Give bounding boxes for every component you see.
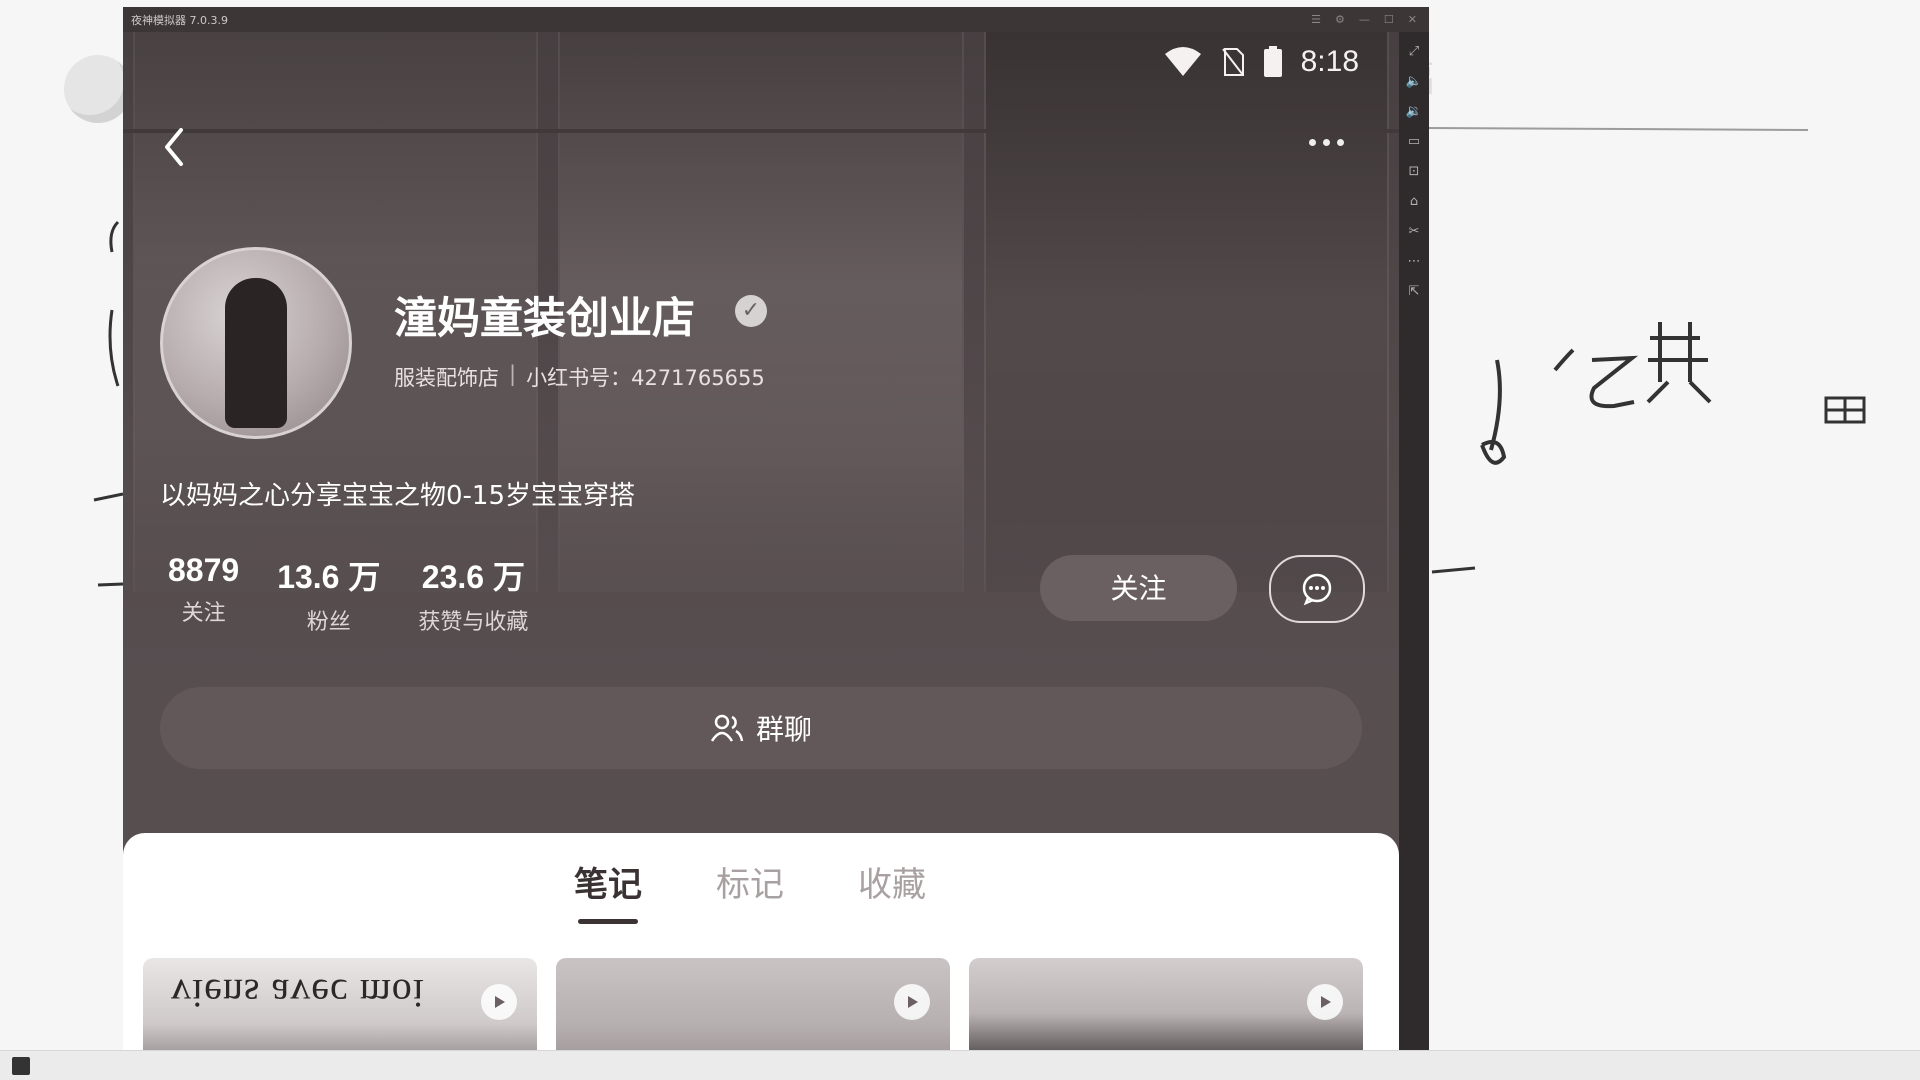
status-time: 8:18	[1300, 45, 1359, 78]
handwriting-stroke	[1480, 440, 1507, 465]
menu-icon[interactable]: ☰	[1311, 13, 1321, 26]
handwriting-stroke	[1646, 322, 1712, 404]
scissors-icon[interactable]: ✂	[1409, 222, 1420, 242]
follow-button[interactable]: 关注	[1040, 555, 1237, 621]
back-icon[interactable]	[155, 122, 195, 172]
volume-up-icon[interactable]: 🔈	[1406, 72, 1422, 92]
handwriting-stroke	[97, 582, 124, 587]
stat-label: 获赞与收藏	[418, 610, 529, 635]
handwriting-stroke	[1489, 359, 1502, 451]
tab-notes[interactable]: 笔记	[574, 857, 642, 924]
profile-tabs: 笔记 标记 收藏	[574, 857, 926, 924]
screenshot-icon[interactable]: ⊡	[1409, 162, 1420, 182]
note-card[interactable]	[556, 958, 950, 1050]
stat-label: 粉丝	[306, 610, 351, 635]
stat-number: 23.6 万	[421, 559, 525, 595]
emulator-window: 夜神模拟器 7.0.3.9 ☰ ⚙ — ☐ ✕ ⤢ 🔈 🔉 ▭ ⊡ ⌂ ✂ ⋯ …	[123, 7, 1429, 1050]
handwriting-stroke	[108, 309, 120, 387]
profile-bio: 以妈妈之心分享宝宝之物0-15岁宝宝穿搭	[160, 481, 636, 511]
profile-subtitle: 服装配饰店 | 小红书号：4271765655	[394, 362, 765, 392]
emulator-title: 夜神模拟器 7.0.3.9	[131, 13, 228, 27]
stat-followers[interactable]: 13.6 万 粉丝	[277, 552, 380, 636]
handwriting-stroke	[1431, 566, 1476, 574]
wifi-icon	[1164, 47, 1201, 76]
app-icon[interactable]	[12, 1057, 30, 1075]
handwriting-stroke	[1824, 396, 1866, 424]
open-icon[interactable]: ⇱	[1409, 282, 1420, 302]
group-icon	[710, 714, 744, 742]
handwriting-stroke	[109, 220, 120, 253]
more-options-icon[interactable]	[1309, 132, 1359, 152]
play-icon	[481, 984, 517, 1020]
play-icon	[1307, 984, 1343, 1020]
expand-icon[interactable]: ⤢	[1409, 42, 1419, 62]
tab-marks[interactable]: 标记	[716, 857, 784, 906]
whiteboard-logo	[64, 55, 132, 123]
window-controls: ☰ ⚙ — ☐ ✕	[1311, 13, 1417, 26]
stat-number: 13.6 万	[277, 559, 381, 595]
profile-stats: 8879 关注 13.6 万 粉丝 23.6 万 获赞与收藏	[168, 552, 528, 636]
group-chat-label: 群聊	[755, 713, 812, 746]
shop-name: 潼妈童装创业店	[394, 294, 695, 344]
avatar[interactable]	[160, 247, 352, 439]
no-sim-icon	[1221, 48, 1244, 76]
screen: 福 夜神模拟器 7.0.3.9 ☰ ⚙ — ☐ ✕ ⤢ 🔈 �	[0, 0, 1920, 1080]
card-overlay-text: viens avec moi	[171, 971, 425, 1016]
more-icon[interactable]: ⋯	[1408, 252, 1421, 272]
content-panel: 笔记 标记 收藏 viens avec moi	[123, 833, 1399, 1050]
emulator-titlebar: 夜神模拟器 7.0.3.9 ☰ ⚙ — ☐ ✕	[123, 7, 1429, 32]
settings-icon[interactable]: ⚙	[1335, 13, 1345, 26]
avatar-figure	[225, 278, 287, 428]
battery-icon	[1263, 46, 1282, 77]
minimize-icon[interactable]: —	[1359, 13, 1370, 26]
close-icon[interactable]: ✕	[1408, 13, 1417, 26]
shop-category: 服装配饰店	[394, 366, 499, 390]
stat-number: 8879	[168, 552, 240, 588]
emulator-toolbar: ⤢ 🔈 🔉 ▭ ⊡ ⌂ ✂ ⋯ ⇱	[1399, 32, 1429, 1050]
status-bar: 8:18	[1163, 42, 1359, 82]
phone-screen: 8:18 潼妈童装创业店 ✓ 服装配饰店 | 小红书号：4271765655 以…	[123, 32, 1399, 1050]
note-card[interactable]: viens avec moi	[143, 958, 537, 1050]
volume-down-icon[interactable]: 🔉	[1406, 102, 1422, 122]
apk-icon[interactable]: ⌂	[1410, 192, 1418, 212]
verified-badge-icon: ✓	[735, 295, 767, 327]
message-button[interactable]	[1269, 555, 1365, 623]
tab-favorites[interactable]: 收藏	[858, 857, 926, 906]
handwriting-stroke	[1553, 348, 1575, 372]
maximize-icon[interactable]: ☐	[1384, 13, 1394, 26]
note-card[interactable]	[969, 958, 1363, 1050]
stat-likes[interactable]: 23.6 万 获赞与收藏	[418, 552, 528, 636]
handwriting-stroke	[1589, 355, 1639, 409]
notes-grid: viens avec moi	[143, 958, 1363, 1050]
taskbar	[0, 1050, 1920, 1080]
subtitle-separator: |	[509, 362, 517, 386]
screen-icon[interactable]: ▭	[1408, 132, 1420, 152]
handwriting-stroke	[93, 492, 124, 502]
chat-bubble-icon	[1302, 573, 1332, 606]
stat-following[interactable]: 8879 关注	[168, 552, 239, 636]
play-icon	[894, 984, 930, 1020]
group-chat-button[interactable]: 群聊	[160, 687, 1362, 769]
stat-label: 关注	[181, 601, 226, 626]
user-id: 小红书号：4271765655	[526, 366, 765, 390]
